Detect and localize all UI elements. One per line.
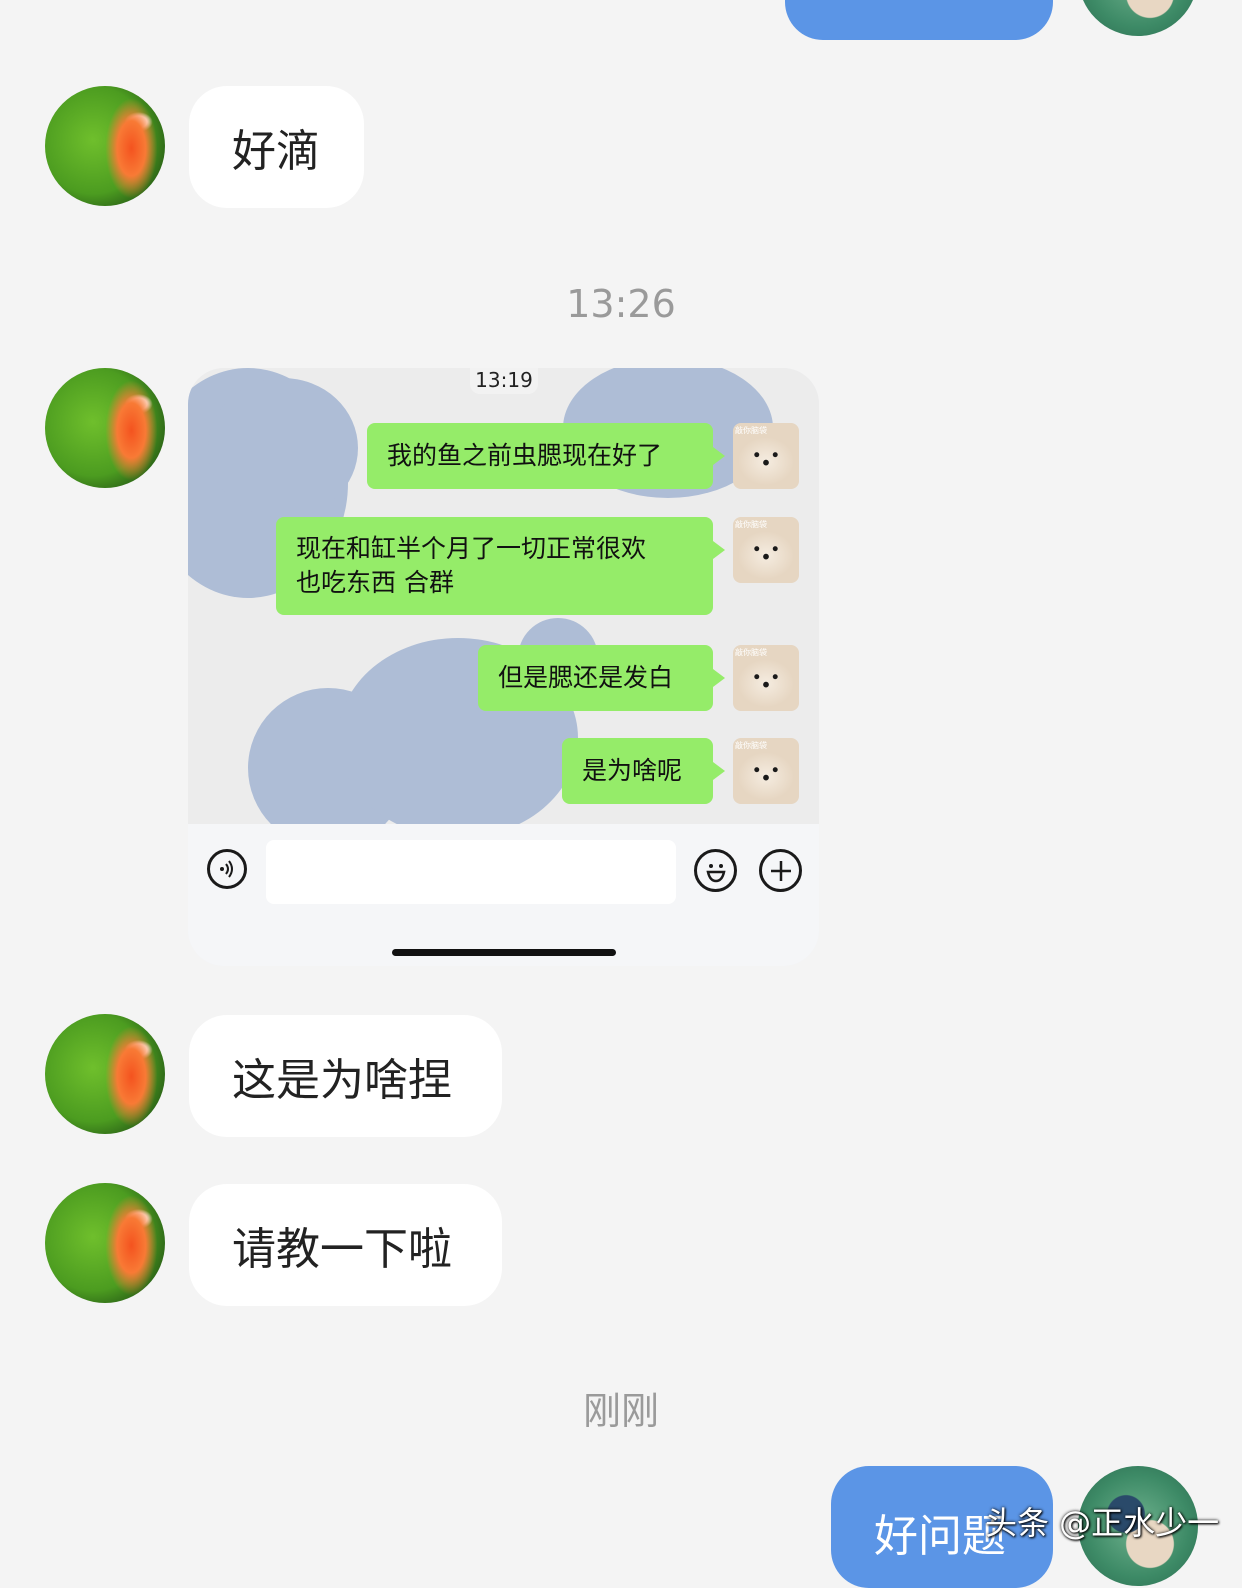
plus-icon — [759, 849, 802, 892]
sticker-avatar: 敲你脑袋 — [733, 423, 799, 489]
embedded-input-bar — [188, 824, 819, 966]
contact-avatar[interactable] — [45, 1014, 165, 1134]
message-text: 这是为啥捏 — [232, 1055, 452, 1106]
embedded-bubble-4: 是为啥呢 — [562, 738, 725, 804]
incoming-message-bubble[interactable]: 请教一下啦 — [189, 1184, 502, 1306]
chat-timestamp: 刚刚 — [582, 1389, 659, 1433]
chat-timestamp: 13:26 — [566, 282, 676, 326]
emoji-icon — [694, 849, 737, 892]
embedded-bubble-2: 现在和缸半个月了一切正常很欢 也吃东西 合群 — [276, 517, 725, 615]
embedded-timestamp: 13:19 — [470, 368, 538, 394]
embedded-bubble-3: 但是腮还是发白 — [478, 645, 725, 711]
embedded-text-field — [266, 840, 676, 904]
sticker-avatar: 敲你脑袋 — [733, 738, 799, 804]
message-text: 好滴 — [232, 126, 320, 177]
incoming-message-bubble[interactable]: 好滴 — [189, 86, 364, 208]
sticker-avatar: 敲你脑袋 — [733, 517, 799, 583]
embedded-bubble-1: 我的鱼之前虫腮现在好了 — [367, 423, 725, 489]
home-indicator — [392, 949, 616, 956]
contact-avatar[interactable] — [45, 1183, 165, 1303]
watermark: 头条 @正水少一 — [985, 1504, 1220, 1542]
contact-avatar[interactable] — [45, 368, 165, 488]
sticker-avatar: 敲你脑袋 — [733, 645, 799, 711]
voice-icon — [207, 849, 247, 889]
message-text: 请教一下啦 — [232, 1224, 452, 1275]
incoming-message-bubble[interactable]: 这是为啥捏 — [189, 1015, 502, 1137]
outgoing-message-bubble-top[interactable] — [785, 0, 1053, 40]
contact-avatar[interactable] — [45, 86, 165, 206]
embedded-chat-area: 13:19 我的鱼之前虫腮现在好了 敲你脑袋 现在和缸半个月了一切正常很欢 也吃… — [188, 368, 819, 824]
my-avatar-top[interactable] — [1078, 0, 1198, 36]
image-message-screenshot[interactable]: 13:19 我的鱼之前虫腮现在好了 敲你脑袋 现在和缸半个月了一切正常很欢 也吃… — [188, 368, 819, 966]
